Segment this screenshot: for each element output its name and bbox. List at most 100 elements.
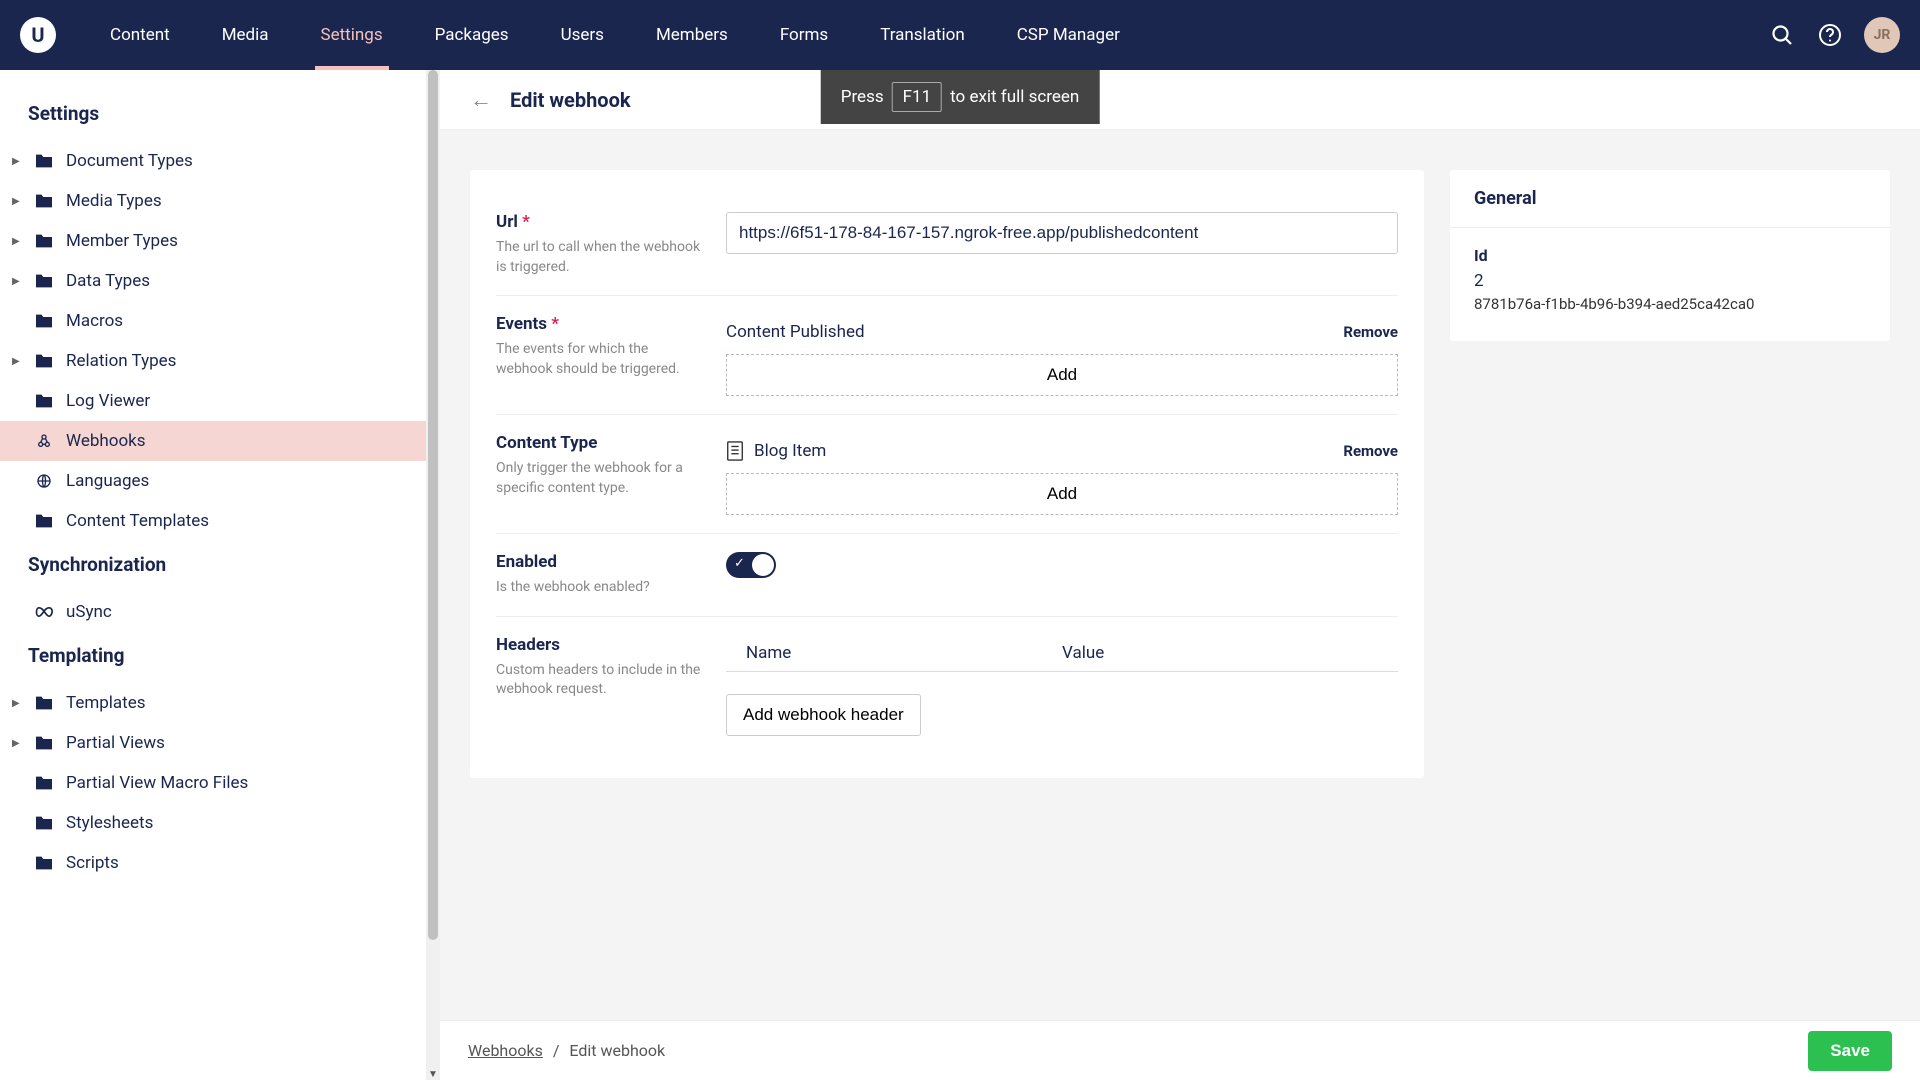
enabled-toggle[interactable]: ✓: [726, 552, 776, 578]
sidebar-item-partial-views[interactable]: ▶ Partial Views: [0, 723, 426, 763]
globe-icon: [34, 473, 54, 489]
breadcrumb-parent[interactable]: Webhooks: [468, 1041, 543, 1060]
sidebar-item-data-types[interactable]: ▶ Data Types: [0, 261, 426, 301]
url-label: Url *: [496, 212, 706, 232]
nav-settings[interactable]: Settings: [295, 0, 409, 70]
sidebar-item-relation-types[interactable]: ▶Relation Types: [0, 341, 426, 381]
document-icon: [726, 441, 744, 461]
check-icon: ✓: [734, 556, 745, 571]
sidebar: Settings▶Document Types▶Media Types▶Memb…: [0, 70, 426, 1080]
sidebar-item-label: Member Types: [66, 231, 178, 251]
id-label: Id: [1474, 246, 1866, 265]
folder-icon: [34, 775, 54, 791]
caret-icon: ▶: [12, 236, 22, 247]
sidebar-item-media-types[interactable]: ▶Media Types: [0, 181, 426, 221]
search-icon[interactable]: [1768, 21, 1796, 49]
sidebar-item-templates[interactable]: ▶Templates: [0, 683, 426, 723]
sidebar-item-label: Media Types: [66, 191, 162, 211]
sidebar-item-label: Data Types: [66, 271, 150, 291]
folder-icon: [34, 273, 54, 289]
caret-icon: ▶: [12, 698, 22, 709]
sidebar-item-document-types[interactable]: ▶Document Types: [0, 141, 426, 181]
nav-media[interactable]: Media: [196, 0, 295, 70]
add-contenttype-button[interactable]: Add: [726, 473, 1398, 515]
f11-key: F11: [892, 82, 943, 112]
nav-items: ContentMediaSettingsPackagesUsersMembers…: [84, 0, 1146, 70]
folder-icon: [34, 153, 54, 169]
sidebar-item-content-templates[interactable]: ▶Content Templates: [0, 501, 426, 541]
back-arrow-icon[interactable]: ←: [470, 87, 492, 113]
save-button[interactable]: Save: [1808, 1031, 1892, 1071]
folder-icon: [34, 193, 54, 209]
sidebar-item-label: Macros: [66, 311, 123, 331]
sidebar-item-label: uSync: [66, 602, 112, 622]
sidebar-item-label: Stylesheets: [66, 813, 153, 833]
contenttype-desc: Only trigger the webhook for a specific …: [496, 459, 706, 498]
nav-users[interactable]: Users: [535, 0, 630, 70]
sidebar-item-label: Webhooks: [66, 431, 146, 451]
scrollbar-down-icon[interactable]: ▼: [426, 1069, 440, 1080]
events-desc: The events for which the webhook should …: [496, 340, 706, 379]
sidebar-scrollbar[interactable]: ▼: [426, 70, 440, 1080]
general-panel: General Id 2 8781b76a-f1bb-4b96-b394-aed…: [1450, 170, 1890, 341]
avatar[interactable]: JR: [1864, 17, 1900, 53]
sidebar-item-scripts[interactable]: ▶Scripts: [0, 843, 426, 883]
fullscreen-toast: Press F11 to exit full screen: [821, 70, 1100, 124]
nav-translation[interactable]: Translation: [854, 0, 991, 70]
sidebar-item-member-types[interactable]: ▶ Member Types: [0, 221, 426, 261]
content-header: ← Edit webhook: [440, 70, 1920, 130]
add-header-button[interactable]: Add webhook header: [726, 694, 921, 736]
contenttype-label: Content Type: [496, 433, 706, 453]
headers-desc: Custom headers to include in the webhook…: [496, 661, 706, 700]
section-settings: Settings: [0, 90, 426, 141]
url-desc: The url to call when the webhook is trig…: [496, 238, 706, 277]
sidebar-item-partial-view-macro-files[interactable]: ▶Partial View Macro Files: [0, 763, 426, 803]
sidebar-item-label: Partial Views: [66, 733, 165, 753]
folder-icon: [34, 233, 54, 249]
caret-icon: ▶: [12, 738, 22, 749]
folder-icon: [34, 735, 54, 751]
sidebar-item-label: Content Templates: [66, 511, 209, 531]
sidebar-item-label: Languages: [66, 471, 149, 491]
remove-contenttype-button[interactable]: Remove: [1343, 442, 1398, 460]
sidebar-item-webhooks[interactable]: ▶Webhooks: [0, 421, 426, 461]
events-label: Events *: [496, 314, 706, 334]
sidebar-item-label: Partial View Macro Files: [66, 773, 248, 793]
sidebar-item-languages[interactable]: ▶Languages: [0, 461, 426, 501]
folder-icon: [34, 815, 54, 831]
headers-col-value: Value: [1062, 643, 1378, 663]
sidebar-item-label: Log Viewer: [66, 391, 150, 411]
sidebar-item-usync[interactable]: ▶uSync: [0, 592, 426, 632]
folder-icon: [34, 855, 54, 871]
section-templating: Templating: [0, 632, 426, 683]
remove-event-button[interactable]: Remove: [1343, 323, 1398, 341]
folder-icon: [34, 393, 54, 409]
nav-content[interactable]: Content: [84, 0, 196, 70]
top-nav: U ContentMediaSettingsPackagesUsersMembe…: [0, 0, 1920, 70]
guid-value: 8781b76a-f1bb-4b96-b394-aed25ca42ca0: [1474, 295, 1866, 313]
folder-icon: [34, 513, 54, 529]
section-synchronization: Synchronization: [0, 541, 426, 592]
sidebar-item-log-viewer[interactable]: ▶Log Viewer: [0, 381, 426, 421]
caret-icon: ▶: [12, 276, 22, 287]
nav-packages[interactable]: Packages: [409, 0, 535, 70]
add-event-button[interactable]: Add: [726, 354, 1398, 396]
nav-forms[interactable]: Forms: [754, 0, 854, 70]
breadcrumb-current: Edit webhook: [569, 1041, 665, 1060]
contenttype-item: Blog Item: [754, 441, 826, 461]
footer: Webhooks / Edit webhook Save: [440, 1020, 1920, 1080]
caret-icon: ▶: [12, 356, 22, 367]
folder-icon: [34, 353, 54, 369]
logo[interactable]: U: [20, 17, 56, 53]
help-icon[interactable]: [1816, 21, 1844, 49]
sidebar-item-macros[interactable]: ▶Macros: [0, 301, 426, 341]
nav-csp-manager[interactable]: CSP Manager: [991, 0, 1146, 70]
sidebar-item-stylesheets[interactable]: ▶Stylesheets: [0, 803, 426, 843]
scrollbar-thumb[interactable]: [428, 70, 438, 940]
url-input[interactable]: [726, 212, 1398, 254]
nav-members[interactable]: Members: [630, 0, 754, 70]
folder-icon: [34, 313, 54, 329]
form-panel: Url * The url to call when the webhook i…: [470, 170, 1424, 778]
headers-col-name: Name: [746, 643, 1062, 663]
page-title: Edit webhook: [510, 88, 631, 112]
